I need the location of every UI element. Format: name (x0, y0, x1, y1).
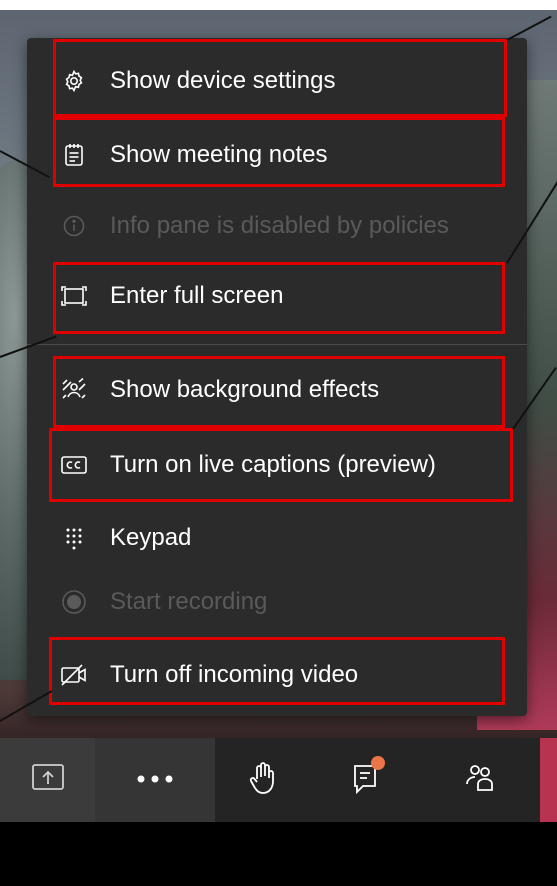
menu-item-label: Show device settings (110, 67, 336, 94)
chat-icon (351, 755, 385, 799)
raise-hand-icon (248, 761, 278, 800)
background-effects-icon (60, 376, 88, 404)
menu-item-full-screen[interactable]: Enter full screen (27, 274, 527, 318)
more-actions-menu: Show device settings Show meeting notes … (27, 38, 527, 716)
menu-item-start-recording: Start recording (27, 580, 527, 624)
gear-icon (60, 67, 88, 95)
menu-item-label: Turn on live captions (preview) (110, 451, 436, 478)
menu-item-keypad[interactable]: Keypad (27, 516, 527, 560)
menu-item-info-pane: Info pane is disabled by policies (27, 204, 527, 248)
captions-icon (60, 451, 88, 479)
toolbar-end-accent (540, 738, 557, 822)
raise-hand-button[interactable] (215, 738, 311, 822)
menu-item-label: Show meeting notes (110, 141, 328, 168)
menu-divider (27, 344, 527, 345)
more-actions-button[interactable] (95, 738, 215, 822)
menu-item-label: Show background effects (110, 376, 380, 403)
menu-item-meeting-notes[interactable]: Show meeting notes (27, 133, 527, 177)
participants-button[interactable] (421, 738, 539, 822)
meeting-toolbar (0, 738, 557, 822)
menu-item-incoming-video[interactable]: Turn off incoming video (27, 653, 527, 697)
video-off-icon (60, 661, 88, 689)
menu-item-live-captions[interactable]: Turn on live captions (preview) (27, 443, 527, 487)
top-edge (0, 0, 557, 10)
participants-icon (464, 762, 496, 799)
keypad-icon (60, 524, 88, 552)
menu-item-device-settings[interactable]: Show device settings (27, 59, 527, 103)
chat-button[interactable] (311, 738, 421, 822)
share-screen-button[interactable] (0, 738, 95, 822)
record-icon (60, 588, 88, 616)
notes-icon (60, 141, 88, 169)
menu-item-label: Keypad (110, 524, 192, 551)
menu-item-label: Start recording (110, 588, 268, 615)
share-screen-icon (31, 762, 65, 799)
more-actions-icon (135, 771, 175, 789)
menu-item-label: Enter full screen (110, 282, 284, 309)
menu-item-label: Info pane is disabled by policies (110, 212, 449, 239)
bottom-bar (0, 822, 557, 886)
fullscreen-icon (60, 282, 88, 310)
chat-notification-badge (371, 755, 385, 770)
menu-item-background-effects[interactable]: Show background effects (27, 368, 527, 412)
info-icon (60, 212, 88, 240)
menu-item-label: Turn off incoming video (110, 661, 359, 688)
